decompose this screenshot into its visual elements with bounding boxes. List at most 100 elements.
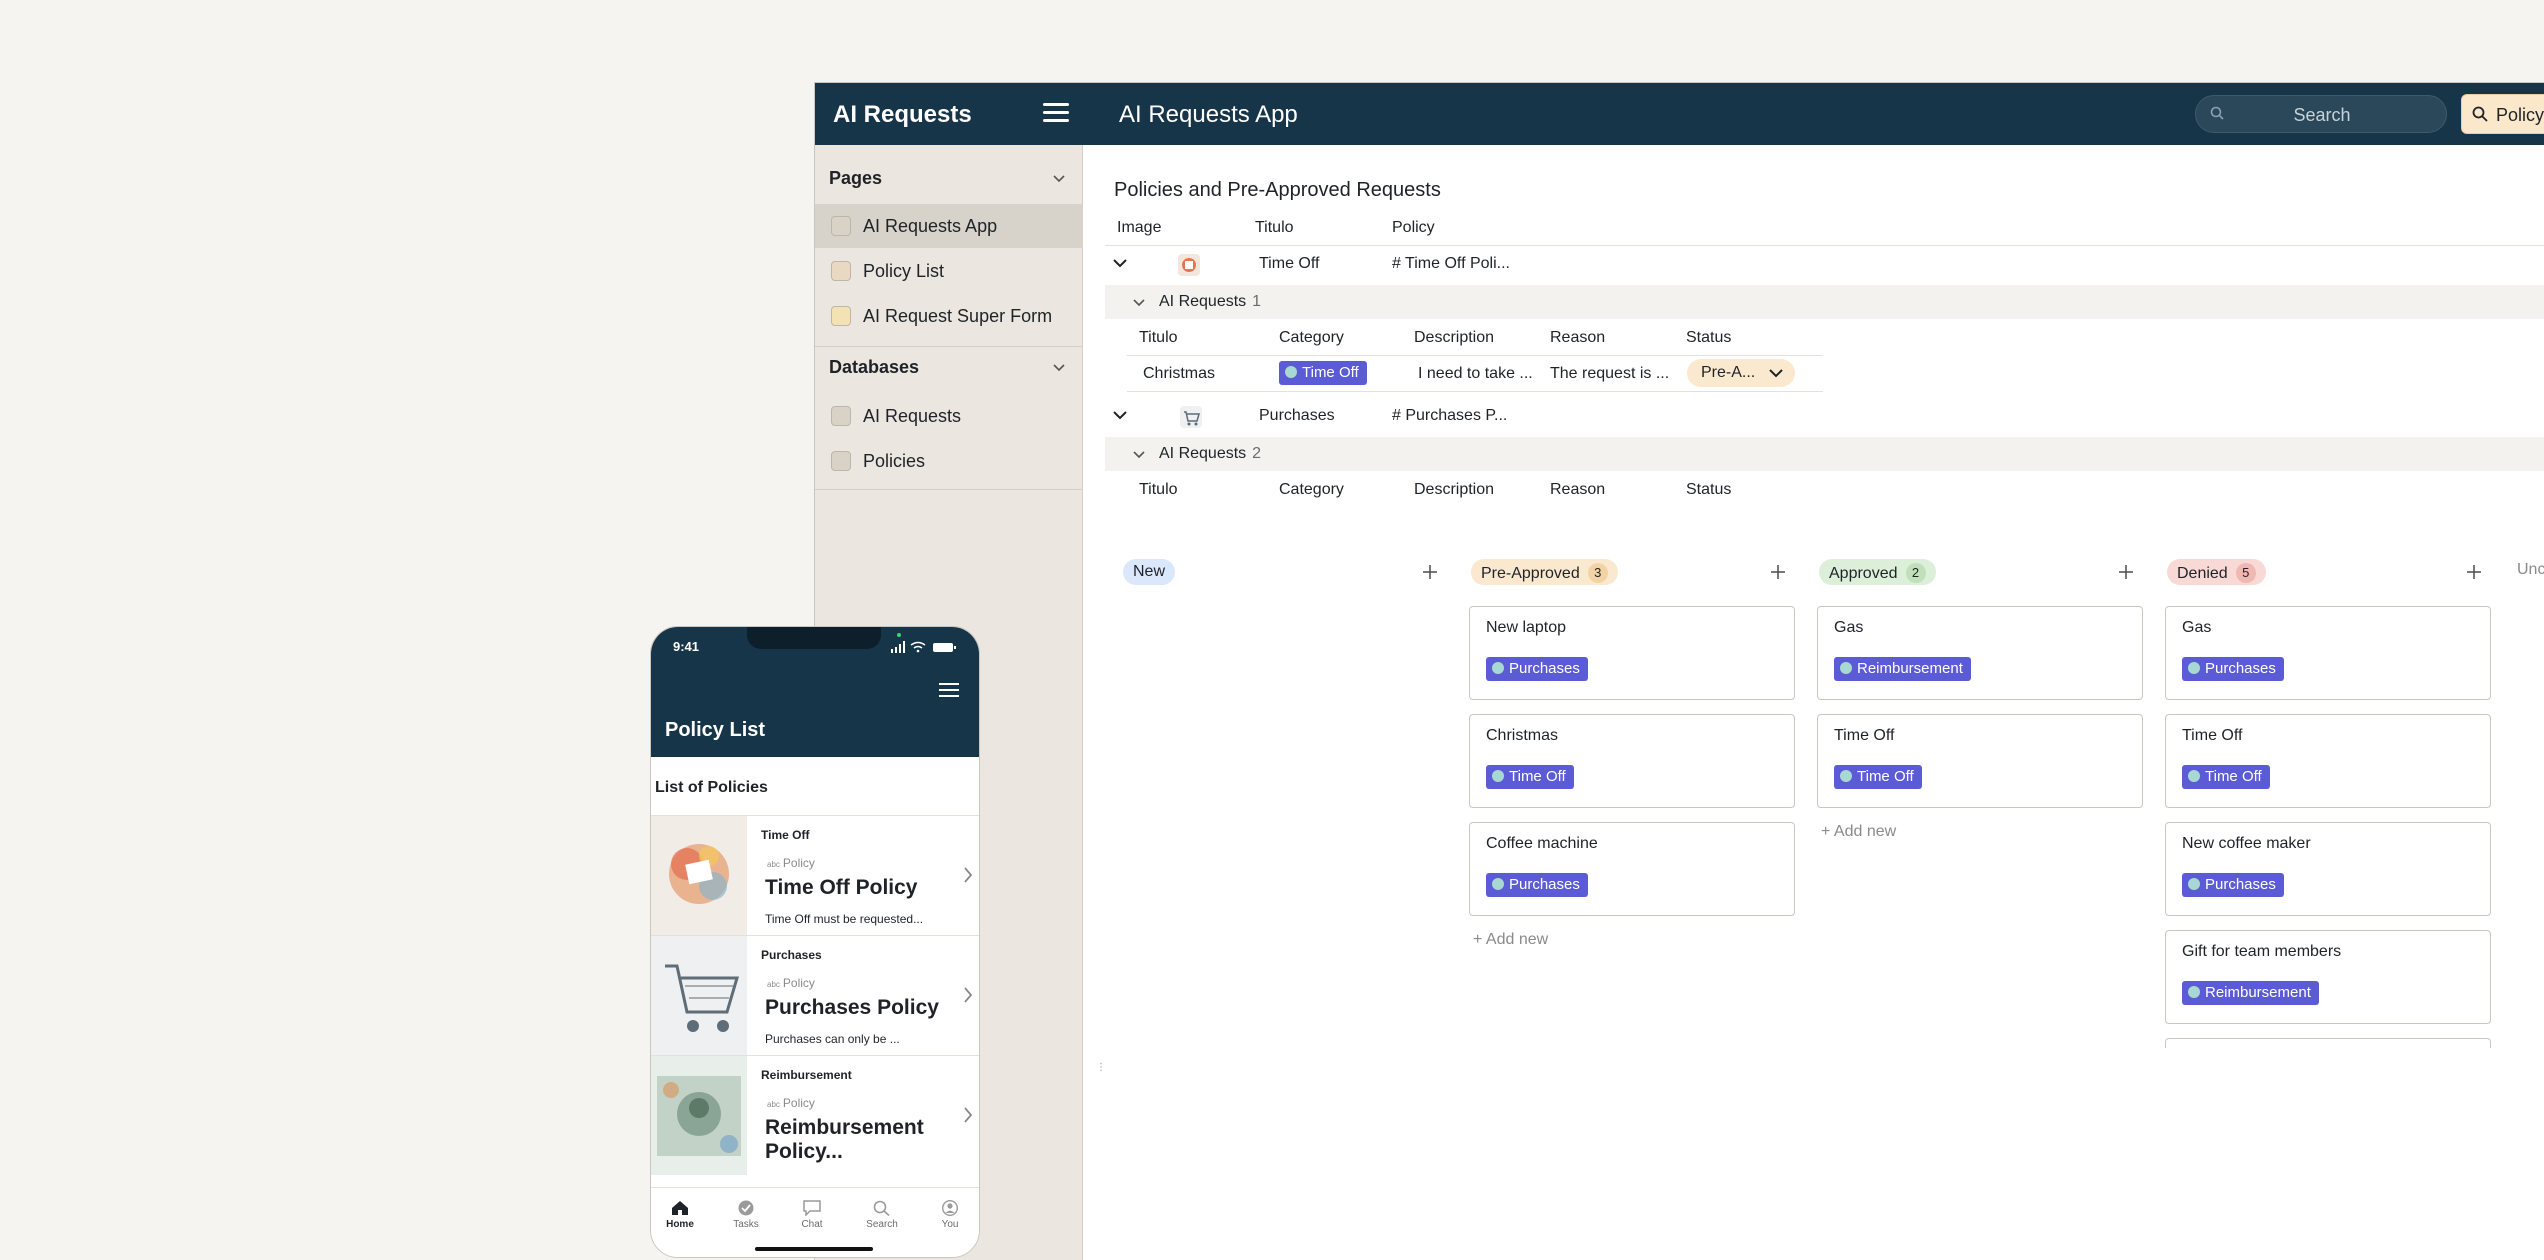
category-icon bbox=[1492, 662, 1504, 674]
count-badge: 5 bbox=[2235, 563, 2256, 583]
sidebar-item-policies-db[interactable]: Policies bbox=[815, 439, 1083, 483]
kanban-column-overflow-label: Unc bbox=[2517, 561, 2544, 578]
group-titulo: Purchases bbox=[1259, 407, 1335, 424]
sidebar-item-policy-list[interactable]: Policy List bbox=[815, 249, 1083, 293]
pages-heading: Pages bbox=[829, 168, 883, 188]
table-divider bbox=[1127, 391, 1823, 392]
sub-header-category[interactable]: Category bbox=[1279, 329, 1344, 347]
policy-name: Time Off Policy bbox=[765, 876, 918, 899]
chevron-down-icon[interactable] bbox=[1053, 175, 1065, 183]
row-reason[interactable]: The request is ... bbox=[1550, 365, 1669, 383]
card-title: Christmas bbox=[1486, 727, 1559, 744]
tab-search[interactable]: Search bbox=[857, 1200, 907, 1230]
policy-list-item[interactable]: Reimbursement abc Policy Reimbursement Po… bbox=[651, 1055, 979, 1175]
money-bill-image bbox=[651, 1056, 747, 1175]
sub-header-status[interactable]: Status bbox=[1686, 481, 1731, 499]
tab-chat[interactable]: Chat bbox=[787, 1200, 837, 1230]
kanban-card-partial[interactable] bbox=[2165, 1038, 2491, 1048]
sub-group-row[interactable]: AI Requests 2 bbox=[1105, 437, 2544, 471]
chevron-down-icon bbox=[1769, 369, 1783, 378]
kanban-card[interactable]: New laptop Purchases bbox=[1469, 606, 1795, 700]
chevron-down-icon[interactable] bbox=[1113, 411, 1127, 420]
form-pencil-icon bbox=[831, 306, 851, 326]
sidebar-item-ai-request-super-form[interactable]: AI Request Super Form bbox=[815, 294, 1083, 338]
menu-icon[interactable] bbox=[1043, 103, 1069, 123]
category-tag: Purchases bbox=[2182, 657, 2284, 681]
col-header-image[interactable]: Image bbox=[1117, 219, 1161, 237]
category-tag: Time Off bbox=[1279, 361, 1367, 385]
resize-handle-icon[interactable]: ⋮ bbox=[1096, 1062, 1106, 1073]
kanban-card[interactable]: Time Off Time Off bbox=[1817, 714, 2143, 808]
add-card-icon[interactable] bbox=[2465, 563, 2483, 581]
add-new-button[interactable]: + Add new bbox=[1821, 823, 1896, 841]
chevron-down-icon[interactable] bbox=[1053, 364, 1065, 372]
kanban-card[interactable]: Gift for team members Reimbursement bbox=[2165, 930, 2491, 1024]
card-title: Time Off bbox=[2182, 727, 2243, 744]
kanban-card[interactable]: Time Off Time Off bbox=[2165, 714, 2491, 808]
group-titulo: Time Off bbox=[1259, 255, 1320, 272]
category-icon bbox=[1285, 366, 1297, 378]
kanban-card[interactable]: Coffee machine Purchases bbox=[1469, 822, 1795, 916]
policy-search-button[interactable]: Policy bbox=[2461, 94, 2544, 134]
policy-name: Purchases Policy bbox=[765, 996, 939, 1019]
policy-field-label: abc Policy bbox=[767, 856, 815, 870]
count-badge: 3 bbox=[1587, 563, 1608, 583]
chevron-down-icon[interactable] bbox=[1113, 259, 1127, 268]
category-icon bbox=[2188, 878, 2200, 890]
policy-list-item[interactable]: Time Off abc Policy Time Off Policy Time … bbox=[651, 815, 979, 935]
sub-header-reason[interactable]: Reason bbox=[1550, 481, 1605, 499]
chevron-down-icon[interactable] bbox=[1133, 299, 1145, 307]
sidebar-item-ai-requests-app[interactable]: AI Requests App bbox=[815, 204, 1083, 248]
status-dropdown[interactable]: Pre-A... bbox=[1687, 359, 1795, 387]
chevron-right-icon bbox=[964, 867, 973, 883]
chevron-down-icon[interactable] bbox=[1133, 451, 1145, 459]
policy-list-item[interactable]: Purchases abc Policy Purchases Policy Pur… bbox=[651, 935, 979, 1055]
add-card-icon[interactable] bbox=[2117, 563, 2135, 581]
col-header-policy[interactable]: Policy bbox=[1392, 219, 1435, 237]
text-field-icon: abc bbox=[767, 1100, 780, 1109]
category-tag: Time Off bbox=[1834, 765, 1922, 789]
policy-button-label: Policy bbox=[2496, 105, 2544, 125]
kanban-card[interactable]: Gas Reimbursement bbox=[1817, 606, 2143, 700]
policy-category: Purchases bbox=[761, 948, 822, 962]
category-tag: Time Off bbox=[2182, 765, 2270, 789]
row-titulo[interactable]: Christmas bbox=[1143, 365, 1215, 383]
phone-clock: 9:41 bbox=[673, 639, 700, 654]
tab-you[interactable]: You bbox=[925, 1200, 975, 1230]
sub-header-reason[interactable]: Reason bbox=[1550, 329, 1605, 347]
tab-home[interactable]: Home bbox=[655, 1200, 705, 1230]
kanban-card[interactable]: New coffee maker Purchases bbox=[2165, 822, 2491, 916]
card-title: New laptop bbox=[1486, 619, 1567, 636]
sidebar-item-ai-requests-db[interactable]: AI Requests bbox=[815, 394, 1083, 438]
time-off-image bbox=[651, 816, 747, 935]
sub-group-row[interactable]: AI Requests 1 bbox=[1105, 285, 2544, 319]
sub-header-titulo[interactable]: Titulo bbox=[1139, 481, 1178, 499]
add-new-button[interactable]: + Add new bbox=[1473, 931, 1548, 949]
search-input[interactable]: Search bbox=[2195, 95, 2447, 133]
add-card-icon[interactable] bbox=[1421, 563, 1439, 581]
sub-header-category[interactable]: Category bbox=[1279, 481, 1344, 499]
phone-page-title: Policy List bbox=[665, 719, 766, 741]
sub-header-description[interactable]: Description bbox=[1414, 329, 1494, 347]
category-icon bbox=[1840, 770, 1852, 782]
menu-icon[interactable] bbox=[939, 683, 959, 699]
user-icon bbox=[942, 1200, 958, 1216]
sub-header-titulo[interactable]: Titulo bbox=[1139, 329, 1178, 347]
col-header-titulo[interactable]: Titulo bbox=[1255, 219, 1294, 237]
category-tag: Reimbursement bbox=[1834, 657, 1971, 681]
card-title: Gas bbox=[1834, 619, 1864, 636]
kanban-card[interactable]: Christmas Time Off bbox=[1469, 714, 1795, 808]
sub-header-status[interactable]: Status bbox=[1686, 329, 1731, 347]
card-title: New coffee maker bbox=[2182, 835, 2311, 852]
section-title: Policies and Pre-Approved Requests bbox=[1114, 179, 1441, 201]
brand-title: AI Requests bbox=[833, 101, 972, 128]
sub-group-label: AI Requests 1 bbox=[1159, 293, 1262, 310]
add-card-icon[interactable] bbox=[1769, 563, 1787, 581]
category-tag: Purchases bbox=[1486, 657, 1588, 681]
kanban-card[interactable]: Gas Purchases bbox=[2165, 606, 2491, 700]
search-placeholder: Search bbox=[2293, 105, 2351, 125]
search-icon bbox=[873, 1200, 890, 1216]
tab-tasks[interactable]: Tasks bbox=[721, 1200, 771, 1230]
sub-header-description[interactable]: Description bbox=[1414, 481, 1494, 499]
row-description[interactable]: I need to take ... bbox=[1418, 365, 1533, 383]
